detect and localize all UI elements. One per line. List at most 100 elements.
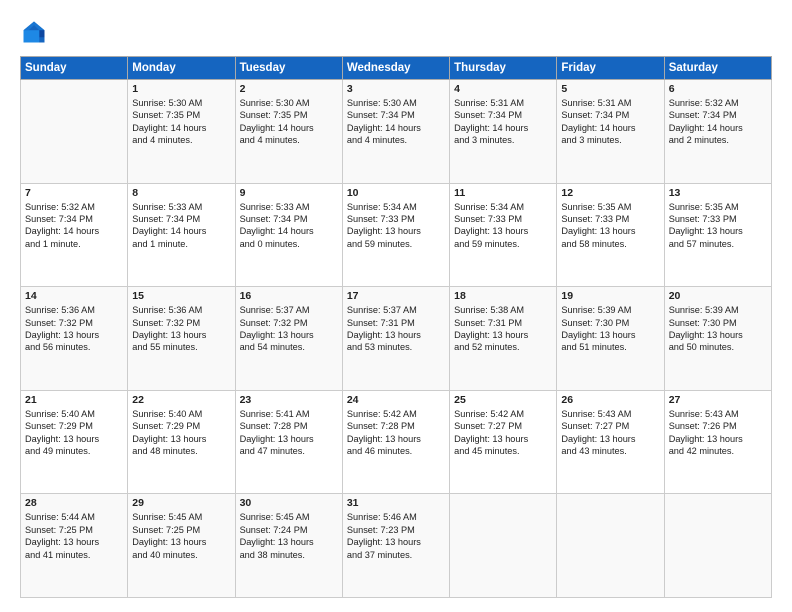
table-cell: 22Sunrise: 5:40 AMSunset: 7:29 PMDayligh…: [128, 390, 235, 494]
day-number: 6: [669, 83, 767, 95]
table-body: 1Sunrise: 5:30 AMSunset: 7:35 PMDaylight…: [21, 80, 772, 598]
day-number: 30: [240, 497, 338, 509]
cell-line: Sunset: 7:29 PM: [132, 420, 230, 432]
cell-line: and 2 minutes.: [669, 134, 767, 146]
cell-line: Sunset: 7:28 PM: [240, 420, 338, 432]
cell-line: Sunrise: 5:43 AM: [561, 408, 659, 420]
cell-line: Daylight: 14 hours: [669, 122, 767, 134]
cell-line: Sunset: 7:24 PM: [240, 524, 338, 536]
table-cell: 2Sunrise: 5:30 AMSunset: 7:35 PMDaylight…: [235, 80, 342, 184]
table-cell: 20Sunrise: 5:39 AMSunset: 7:30 PMDayligh…: [664, 287, 771, 391]
cell-line: Sunset: 7:32 PM: [25, 317, 123, 329]
cell-line: Sunrise: 5:43 AM: [669, 408, 767, 420]
header-cell-saturday: Saturday: [664, 57, 771, 80]
cell-line: Sunset: 7:30 PM: [669, 317, 767, 329]
cell-line: Daylight: 13 hours: [25, 329, 123, 341]
cell-line: Daylight: 13 hours: [669, 225, 767, 237]
cell-line: Sunset: 7:27 PM: [454, 420, 552, 432]
cell-line: and 45 minutes.: [454, 445, 552, 457]
table-cell: 30Sunrise: 5:45 AMSunset: 7:24 PMDayligh…: [235, 494, 342, 598]
cell-line: and 37 minutes.: [347, 549, 445, 561]
table-cell: 19Sunrise: 5:39 AMSunset: 7:30 PMDayligh…: [557, 287, 664, 391]
cell-line: and 47 minutes.: [240, 445, 338, 457]
cell-line: and 0 minutes.: [240, 238, 338, 250]
table-cell: 9Sunrise: 5:33 AMSunset: 7:34 PMDaylight…: [235, 183, 342, 287]
table-cell: 21Sunrise: 5:40 AMSunset: 7:29 PMDayligh…: [21, 390, 128, 494]
cell-line: Daylight: 14 hours: [132, 122, 230, 134]
cell-line: and 1 minute.: [25, 238, 123, 250]
cell-line: Daylight: 13 hours: [454, 433, 552, 445]
week-row: 28Sunrise: 5:44 AMSunset: 7:25 PMDayligh…: [21, 494, 772, 598]
cell-line: Sunrise: 5:31 AM: [561, 97, 659, 109]
cell-line: and 57 minutes.: [669, 238, 767, 250]
cell-line: and 40 minutes.: [132, 549, 230, 561]
table-cell: 10Sunrise: 5:34 AMSunset: 7:33 PMDayligh…: [342, 183, 449, 287]
cell-line: Sunrise: 5:33 AM: [240, 201, 338, 213]
week-row: 1Sunrise: 5:30 AMSunset: 7:35 PMDaylight…: [21, 80, 772, 184]
table-head: SundayMondayTuesdayWednesdayThursdayFrid…: [21, 57, 772, 80]
table-cell: 5Sunrise: 5:31 AMSunset: 7:34 PMDaylight…: [557, 80, 664, 184]
cell-line: Sunset: 7:23 PM: [347, 524, 445, 536]
cell-line: and 50 minutes.: [669, 341, 767, 353]
table-cell: 17Sunrise: 5:37 AMSunset: 7:31 PMDayligh…: [342, 287, 449, 391]
table-cell: 4Sunrise: 5:31 AMSunset: 7:34 PMDaylight…: [450, 80, 557, 184]
table-cell: 23Sunrise: 5:41 AMSunset: 7:28 PMDayligh…: [235, 390, 342, 494]
header-cell-wednesday: Wednesday: [342, 57, 449, 80]
day-number: 3: [347, 83, 445, 95]
cell-line: Sunrise: 5:32 AM: [669, 97, 767, 109]
cell-line: Sunrise: 5:44 AM: [25, 511, 123, 523]
cell-line: Daylight: 14 hours: [240, 225, 338, 237]
cell-line: Sunrise: 5:37 AM: [347, 304, 445, 316]
day-number: 7: [25, 187, 123, 199]
day-number: 31: [347, 497, 445, 509]
cell-line: Sunset: 7:32 PM: [132, 317, 230, 329]
cell-line: and 51 minutes.: [561, 341, 659, 353]
cell-line: Sunset: 7:34 PM: [240, 213, 338, 225]
cell-line: Daylight: 13 hours: [669, 329, 767, 341]
cell-line: Sunset: 7:35 PM: [132, 109, 230, 121]
table-cell: [664, 494, 771, 598]
cell-line: Sunrise: 5:33 AM: [132, 201, 230, 213]
cell-line: and 54 minutes.: [240, 341, 338, 353]
cell-line: Daylight: 14 hours: [25, 225, 123, 237]
cell-line: and 49 minutes.: [25, 445, 123, 457]
cell-line: Daylight: 13 hours: [240, 433, 338, 445]
cell-line: and 55 minutes.: [132, 341, 230, 353]
day-number: 20: [669, 290, 767, 302]
cell-line: and 43 minutes.: [561, 445, 659, 457]
day-number: 5: [561, 83, 659, 95]
cell-line: Sunset: 7:32 PM: [240, 317, 338, 329]
cell-line: and 41 minutes.: [25, 549, 123, 561]
cell-line: Daylight: 14 hours: [561, 122, 659, 134]
cell-line: Daylight: 13 hours: [561, 329, 659, 341]
cell-line: Sunset: 7:34 PM: [454, 109, 552, 121]
cell-line: Sunset: 7:33 PM: [347, 213, 445, 225]
day-number: 24: [347, 394, 445, 406]
day-number: 25: [454, 394, 552, 406]
day-number: 16: [240, 290, 338, 302]
cell-line: and 38 minutes.: [240, 549, 338, 561]
cell-line: Sunset: 7:33 PM: [669, 213, 767, 225]
cell-line: Daylight: 13 hours: [561, 225, 659, 237]
logo: [20, 18, 52, 46]
header-cell-monday: Monday: [128, 57, 235, 80]
cell-line: Daylight: 13 hours: [347, 225, 445, 237]
day-number: 8: [132, 187, 230, 199]
table-cell: 28Sunrise: 5:44 AMSunset: 7:25 PMDayligh…: [21, 494, 128, 598]
cell-line: Sunrise: 5:34 AM: [347, 201, 445, 213]
table-cell: 27Sunrise: 5:43 AMSunset: 7:26 PMDayligh…: [664, 390, 771, 494]
cell-line: Sunrise: 5:35 AM: [669, 201, 767, 213]
cell-line: and 58 minutes.: [561, 238, 659, 250]
cell-line: Daylight: 13 hours: [347, 536, 445, 548]
cell-line: Sunrise: 5:40 AM: [132, 408, 230, 420]
cell-line: Daylight: 13 hours: [132, 329, 230, 341]
table-cell: 16Sunrise: 5:37 AMSunset: 7:32 PMDayligh…: [235, 287, 342, 391]
cell-line: Daylight: 13 hours: [25, 433, 123, 445]
cell-line: Sunrise: 5:37 AM: [240, 304, 338, 316]
week-row: 14Sunrise: 5:36 AMSunset: 7:32 PMDayligh…: [21, 287, 772, 391]
cell-line: and 52 minutes.: [454, 341, 552, 353]
day-number: 23: [240, 394, 338, 406]
cell-line: Sunrise: 5:40 AM: [25, 408, 123, 420]
table-cell: 31Sunrise: 5:46 AMSunset: 7:23 PMDayligh…: [342, 494, 449, 598]
table-cell: 12Sunrise: 5:35 AMSunset: 7:33 PMDayligh…: [557, 183, 664, 287]
